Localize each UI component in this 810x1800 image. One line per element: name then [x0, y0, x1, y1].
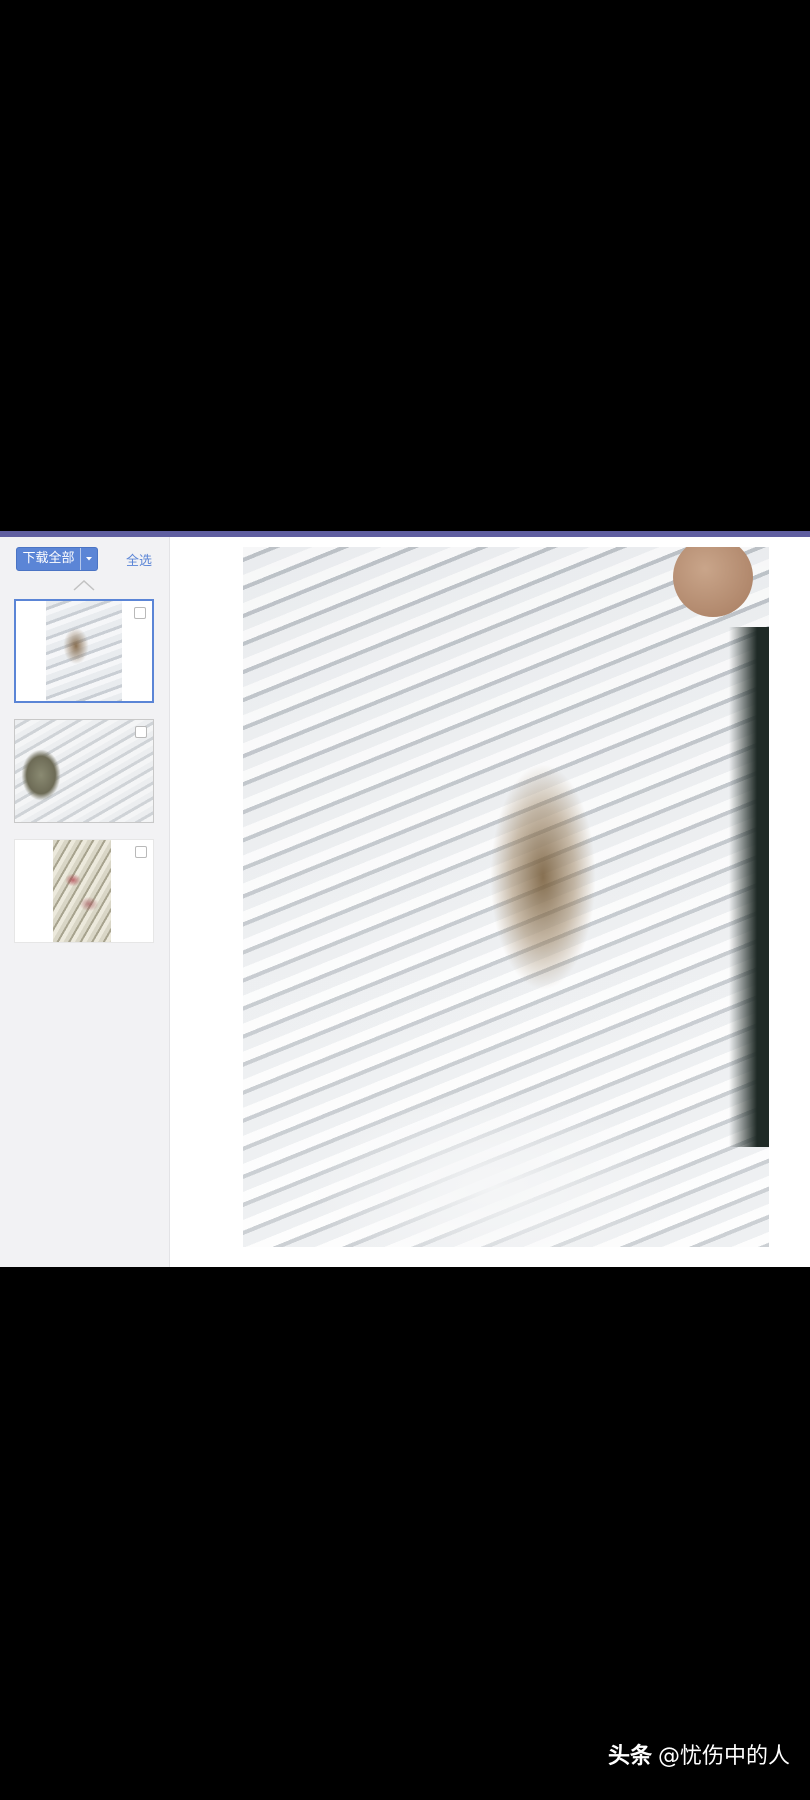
image-viewer: 下载全部 全选: [0, 531, 810, 1267]
thumbnail-2[interactable]: [14, 719, 154, 823]
thumbnail-image: [46, 601, 122, 701]
checkbox-icon[interactable]: [135, 726, 147, 738]
photo-detail: [673, 547, 753, 617]
download-all-button[interactable]: 下载全部: [16, 547, 98, 571]
watermark-brand: 头条: [607, 1744, 652, 1769]
dropdown-caret-icon[interactable]: [80, 548, 97, 570]
thumbnail-1[interactable]: [14, 599, 154, 703]
select-all-link[interactable]: 全选: [126, 550, 152, 569]
thumbnail-image: [53, 840, 111, 942]
thumbnail-sidebar: 下载全部 全选: [0, 537, 170, 1267]
checkbox-icon[interactable]: [134, 607, 146, 619]
watermark: 头条 @忧伤中的人: [608, 1738, 790, 1770]
checkbox-icon[interactable]: [135, 846, 147, 858]
download-all-label: 下载全部: [22, 551, 75, 566]
thumbnail-3[interactable]: [14, 839, 154, 943]
main-preview-image[interactable]: [243, 547, 769, 1247]
photo-detail: [729, 627, 769, 1147]
watermark-author: @忧伤中的人: [657, 1744, 790, 1769]
chevron-up-icon[interactable]: [72, 577, 96, 591]
thumbnail-image: [15, 720, 153, 822]
